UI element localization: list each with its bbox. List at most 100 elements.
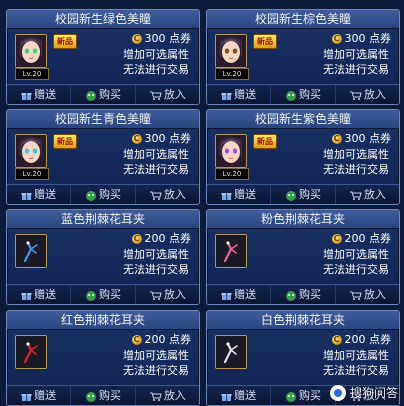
item-action-bar: 赠送 购买 放入 bbox=[207, 284, 399, 304]
coupon-coin-icon: C bbox=[331, 234, 342, 244]
item-price: C 200 点券 bbox=[131, 231, 191, 246]
item-price: C 300 点券 bbox=[131, 131, 191, 146]
cart-icon bbox=[349, 288, 364, 301]
item-title: 粉色荆棘花耳夹 bbox=[207, 210, 399, 229]
item-thumbnail[interactable] bbox=[215, 234, 247, 268]
item-thumbnail[interactable] bbox=[15, 34, 47, 68]
buy-button[interactable]: 购买 bbox=[71, 386, 136, 405]
price-text: 300 点券 bbox=[344, 132, 392, 145]
new-badge: 新品 bbox=[253, 134, 277, 149]
item-action-bar: 赠送 购买 放入 bbox=[7, 84, 199, 104]
add-to-cart-button[interactable]: 放入 bbox=[336, 85, 399, 104]
item-thumbnail[interactable] bbox=[215, 134, 247, 168]
buy-icon bbox=[285, 288, 299, 301]
gift-button[interactable]: 赠送 bbox=[207, 85, 272, 104]
item-title: 校园新生绿色美瞳 bbox=[7, 10, 199, 29]
buy-icon bbox=[85, 188, 99, 201]
item-trade-line: 无法进行交易 bbox=[323, 163, 389, 176]
price-text: 300 点券 bbox=[144, 32, 192, 45]
gift-button[interactable]: 赠送 bbox=[7, 85, 72, 104]
item-property-line: 增加可选属性 bbox=[123, 148, 189, 161]
shop-item-card[interactable]: 蓝色荆棘花耳夹 C 200 点券增加可选属性 无法进行交易赠送 购买 放入 bbox=[6, 209, 200, 305]
gift-label: 赠送 bbox=[234, 288, 257, 301]
buy-button[interactable]: 购买 bbox=[271, 386, 336, 405]
gift-button[interactable]: 赠送 bbox=[207, 185, 272, 204]
shop-item-card[interactable]: 校园新生紫色美瞳 Lv.20 新品 C 300 点券 增加可选属性 无法进行交易 赠送 购买 放入 bbox=[206, 109, 400, 205]
level-label: Lv.20 bbox=[15, 68, 49, 80]
item-thumbnail[interactable] bbox=[15, 134, 47, 168]
item-property-line: 增加可选属性 bbox=[123, 248, 189, 261]
buy-label: 购买 bbox=[98, 389, 121, 402]
buy-label: 购买 bbox=[98, 288, 121, 301]
gift-icon bbox=[221, 288, 234, 301]
buy-button[interactable]: 购买 bbox=[271, 185, 336, 204]
item-trade-line: 无法进行交易 bbox=[123, 263, 189, 276]
coupon-coin-icon: C bbox=[131, 134, 142, 144]
shop-item-card[interactable]: 红色荆棘花耳夹 C 200 点券 增加可选属性 无法进行交易 赠送 购买 放入 bbox=[6, 310, 200, 406]
add-to-cart-button[interactable]: 放入 bbox=[136, 285, 199, 304]
item-price: C 200 点券 bbox=[331, 332, 391, 347]
buy-label: 购买 bbox=[98, 88, 121, 101]
item-property-line: 增加可选属性 bbox=[323, 349, 389, 362]
gift-label: 赠送 bbox=[234, 389, 257, 402]
add-to-cart-button[interactable]: 放入 bbox=[136, 185, 199, 204]
item-trade-line: 无法进行交易 bbox=[123, 163, 189, 176]
add-to-cart-button[interactable]: 放入 bbox=[136, 386, 199, 405]
buy-icon bbox=[285, 188, 299, 201]
cart-icon bbox=[149, 389, 164, 402]
item-property-line: 增加可选属性 bbox=[123, 48, 189, 61]
cart-icon bbox=[349, 188, 364, 201]
item-trade-line: 无法进行交易 bbox=[123, 63, 189, 76]
item-thumbnail[interactable] bbox=[215, 34, 247, 68]
gift-button[interactable]: 赠送 bbox=[7, 285, 72, 304]
item-trade-line: 无法进行交易 bbox=[323, 263, 389, 276]
level-label: Lv.20 bbox=[215, 168, 249, 180]
price-text: 200 点券 bbox=[344, 232, 392, 245]
add-to-cart-button[interactable]: 放入 bbox=[136, 85, 199, 104]
buy-button[interactable]: 购买 bbox=[71, 185, 136, 204]
buy-icon bbox=[85, 88, 99, 101]
coupon-coin-icon: C bbox=[331, 134, 342, 144]
gift-button[interactable]: 赠送 bbox=[207, 285, 272, 304]
new-badge: 新品 bbox=[253, 34, 277, 49]
buy-button[interactable]: 购买 bbox=[71, 85, 136, 104]
buy-icon bbox=[285, 88, 299, 101]
cart-icon bbox=[149, 288, 164, 301]
cart-icon bbox=[349, 88, 364, 101]
buy-label: 购买 bbox=[298, 188, 321, 201]
add-to-cart-button[interactable]: 放入 bbox=[336, 285, 399, 304]
shop-item-card[interactable]: 粉色荆棘花耳夹 C 200 点券 增加可选属性 无法进行交易 赠送 购买 放入 bbox=[206, 209, 400, 305]
item-price: C 300 点券 bbox=[331, 131, 392, 146]
cart-label: 放入 bbox=[163, 88, 186, 101]
cart-label: 放入 bbox=[163, 288, 186, 301]
gift-icon bbox=[221, 389, 234, 402]
coupon-coin-icon: C bbox=[131, 335, 142, 345]
shop-item-card[interactable]: 校园新生绿色美瞳 Lv.20 新品 C 300 点券 增加可选属性 无法进行交易 赠送 购买 放入 bbox=[6, 9, 200, 105]
gift-button[interactable]: 赠送 bbox=[7, 386, 72, 405]
item-thumbnail[interactable] bbox=[215, 335, 247, 369]
buy-button[interactable]: 购买 bbox=[271, 85, 336, 104]
buy-button[interactable]: 购买 bbox=[71, 285, 136, 304]
coupon-coin-icon: C bbox=[331, 34, 342, 44]
buy-label: 购买 bbox=[298, 88, 321, 101]
gift-button[interactable]: 赠送 bbox=[7, 185, 72, 204]
item-thumbnail[interactable] bbox=[15, 335, 47, 369]
buy-label: 购买 bbox=[98, 188, 121, 201]
add-to-cart-button[interactable]: 放入 bbox=[336, 185, 399, 204]
gift-button[interactable]: 赠送 bbox=[207, 386, 272, 405]
gift-label: 赠送 bbox=[34, 188, 57, 201]
gift-label: 赠送 bbox=[34, 389, 57, 402]
level-label: Lv.20 bbox=[215, 68, 249, 80]
item-title: 校园新生棕色美瞳 bbox=[207, 10, 399, 29]
gift-icon bbox=[21, 88, 34, 101]
level-label: Lv.20 bbox=[15, 168, 49, 180]
item-thumbnail[interactable] bbox=[15, 234, 47, 268]
shop-item-card[interactable]: 校园新生棕色美瞳 Lv.20 新品 C 300 点券 增加可选属性 无法进行交易 赠送 购买 放入 bbox=[206, 9, 400, 105]
buy-button[interactable]: 购买 bbox=[271, 285, 336, 304]
cart-label: 放入 bbox=[363, 88, 386, 101]
item-action-bar: 赠送 购买 放入 bbox=[7, 284, 199, 304]
item-title: 蓝色荆棘花耳夹 bbox=[7, 210, 199, 229]
item-action-bar: 赠送 购买 放入 bbox=[7, 184, 199, 204]
shop-item-card[interactable]: 校园新生青色美瞳 Lv.20 新品 C 300 点券 增加可选属性 无法进行交易 赠送 购买 放入 bbox=[6, 109, 200, 205]
buy-icon bbox=[285, 389, 299, 402]
